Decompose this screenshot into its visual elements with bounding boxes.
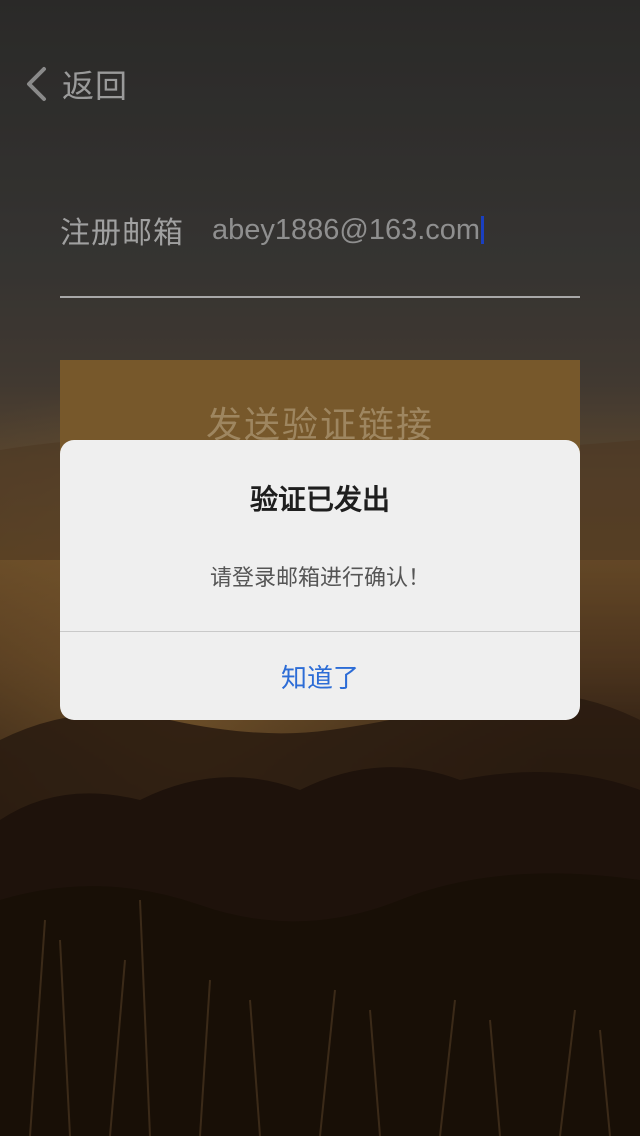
back-label: 返回: [62, 67, 129, 105]
back-button[interactable]: 返回: [24, 62, 128, 106]
email-input[interactable]: abey1886@163.com: [212, 213, 485, 247]
dialog-confirm-button[interactable]: 知道了: [60, 632, 580, 720]
email-value-text: abey1886@163.com: [212, 213, 481, 246]
email-label: 注册邮箱: [60, 216, 184, 251]
text-caret: [481, 216, 485, 244]
chevron-left-icon: [24, 66, 50, 102]
email-field[interactable]: 注册邮箱 abey1886@163.com: [60, 200, 580, 260]
alert-dialog: 验证已发出 请登录邮箱进行确认！ 知道了: [60, 440, 580, 720]
dialog-message: 请登录邮箱进行确认！: [209, 566, 430, 591]
dialog-title: 验证已发出: [249, 483, 390, 516]
email-underline: [60, 296, 580, 298]
